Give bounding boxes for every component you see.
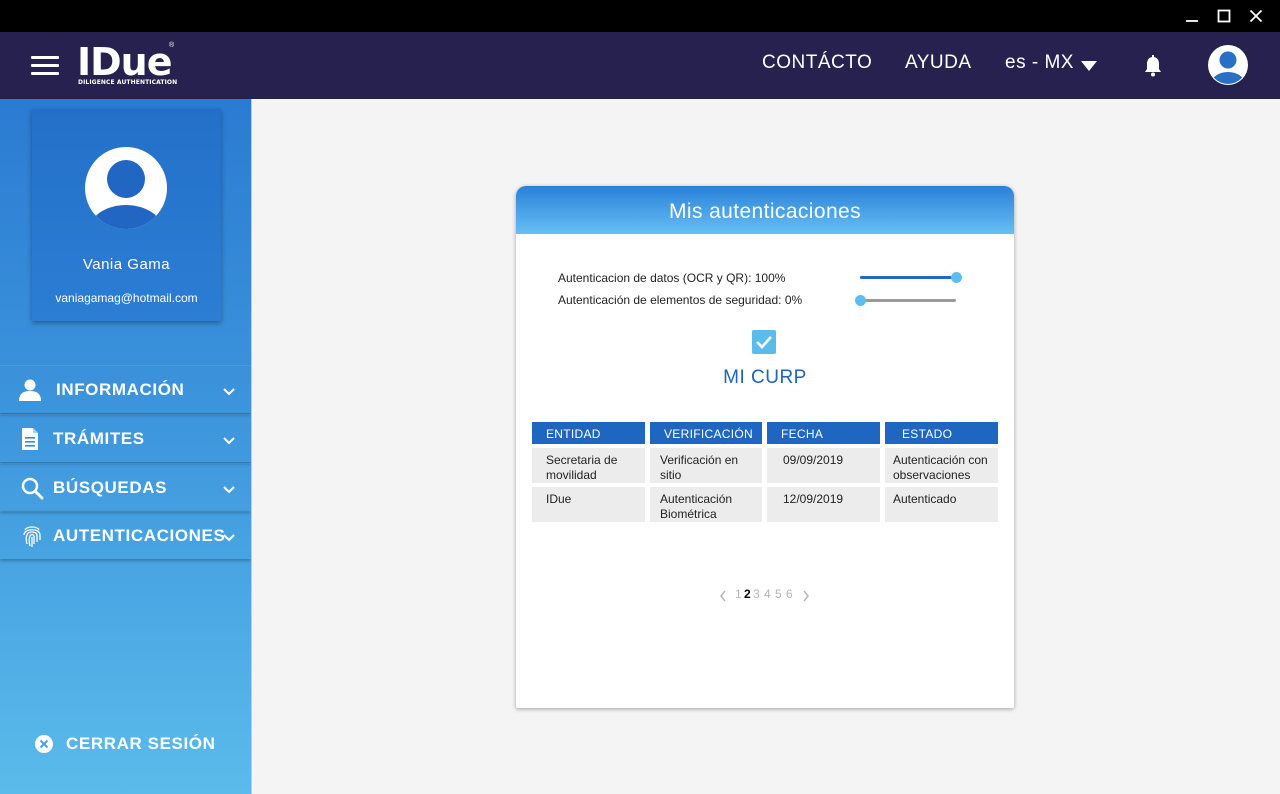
close-circle-icon <box>34 734 54 754</box>
table-cell: Autenticado <box>885 487 998 522</box>
app-header: IDue ® DILIGENCE AUTHENTICATION CONTÁCTO… <box>0 32 1280 99</box>
curp-checkbox[interactable] <box>752 330 776 354</box>
slider-knob[interactable] <box>951 272 962 283</box>
slider-track <box>860 299 956 302</box>
sidebar-item-label: TRÁMITES <box>53 429 145 448</box>
chevron-down-icon <box>222 433 236 445</box>
person-icon <box>18 378 42 402</box>
card-header: Mis autenticaciones <box>516 186 1014 234</box>
slider-fill <box>860 276 956 279</box>
table-header-fecha: FECHA <box>767 422 880 444</box>
close-window-button[interactable] <box>1240 0 1272 32</box>
page-number-2[interactable]: 2 <box>744 587 751 601</box>
hamburger-menu-icon[interactable] <box>31 56 59 76</box>
logout-label: CERRAR SESIÓN <box>66 734 216 753</box>
table-cell: Secretaria de movilidad <box>532 448 645 483</box>
table-cell: 09/09/2019 <box>767 448 880 483</box>
sidebar-item-label: AUTENTICACIONES <box>53 526 226 545</box>
document-icon <box>21 427 45 451</box>
chevron-down-icon <box>222 482 236 494</box>
progress-label-data: Autenticacion de datos (OCR y QR): 100% <box>558 271 786 285</box>
chevron-down-icon <box>222 384 236 396</box>
window-titlebar <box>0 0 1280 32</box>
progress-label-security: Autenticación de elementos de seguridad:… <box>558 293 803 307</box>
minimize-icon <box>1186 20 1198 22</box>
chevron-left-icon[interactable] <box>719 589 727 602</box>
checkmark-icon <box>756 336 772 349</box>
sidebar-item-label: BÚSQUEDAS <box>53 478 168 497</box>
page-number-5[interactable]: 5 <box>775 587 782 601</box>
chevron-down-icon <box>222 530 236 542</box>
profile-email: vaniagamag@hotmail.com <box>55 291 198 305</box>
idue-logo: IDue ® DILIGENCE AUTHENTICATION <box>77 40 187 90</box>
sidebar-item-tramites[interactable]: TRÁMITES <box>0 414 251 462</box>
logo-subtext: DILIGENCE AUTHENTICATION <box>78 79 178 86</box>
sidebar-item-busquedas[interactable]: BÚSQUEDAS <box>0 463 251 511</box>
page-number-3[interactable]: 3 <box>753 587 760 601</box>
profile-avatar-icon <box>84 146 168 230</box>
chevron-right-icon[interactable] <box>802 589 810 602</box>
caret-down-icon[interactable] <box>1081 61 1097 71</box>
sidebar-item-autenticaciones[interactable]: AUTENTICACIONES <box>0 511 251 559</box>
sidebar-item-label: INFORMACIÓN <box>56 380 185 399</box>
language-selector[interactable]: es - MX <box>1005 52 1074 74</box>
authentications-card: Mis autenticaciones Autenticacion de dat… <box>516 186 1014 708</box>
card-title: Mis autenticaciones <box>668 200 862 223</box>
table-cell: Autenticación Biométrica <box>650 487 762 522</box>
page-number-4[interactable]: 4 <box>764 587 771 601</box>
page-number-6[interactable]: 6 <box>786 587 793 601</box>
minimize-window-button[interactable] <box>1176 0 1208 32</box>
table-header-entidad: ENTIDAD <box>532 422 645 444</box>
fingerprint-icon <box>21 524 45 548</box>
logo-text: IDue <box>77 40 173 84</box>
table-cell: IDue <box>532 487 645 522</box>
curp-label: MI CURP <box>723 367 807 388</box>
profile-name: Vania Gama <box>82 256 171 273</box>
nav-help-link[interactable]: AYUDA <box>905 52 972 74</box>
user-avatar-icon[interactable] <box>1207 44 1249 86</box>
profile-card: Vania Gama vaniagamag@hotmail.com <box>32 109 221 321</box>
logo-registered-mark: ® <box>169 42 175 49</box>
nav-contact-link[interactable]: CONTÁCTO <box>762 52 872 74</box>
sidebar: Vania Gama vaniagamag@hotmail.com INFORM… <box>0 99 251 794</box>
table-cell: Autenticación con observaciones <box>885 448 998 483</box>
table-cell: Verificación en sitio <box>650 448 762 483</box>
sidebar-item-informacion[interactable]: INFORMACIÓN <box>0 365 251 413</box>
table-header-estado: ESTADO <box>885 422 998 444</box>
notifications-bell-icon[interactable] <box>1143 55 1163 77</box>
maximize-icon <box>1217 9 1231 23</box>
table-header-verificacion: VERIFICACIÓN <box>650 422 762 444</box>
maximize-window-button[interactable] <box>1208 0 1240 32</box>
close-icon <box>1249 9 1263 23</box>
search-icon <box>20 476 44 500</box>
page-number-1[interactable]: 1 <box>735 587 742 601</box>
progress-slider-data[interactable] <box>860 272 962 284</box>
slider-knob[interactable] <box>855 295 866 306</box>
table-cell: 12/09/2019 <box>767 487 880 522</box>
progress-slider-security[interactable] <box>855 295 956 307</box>
